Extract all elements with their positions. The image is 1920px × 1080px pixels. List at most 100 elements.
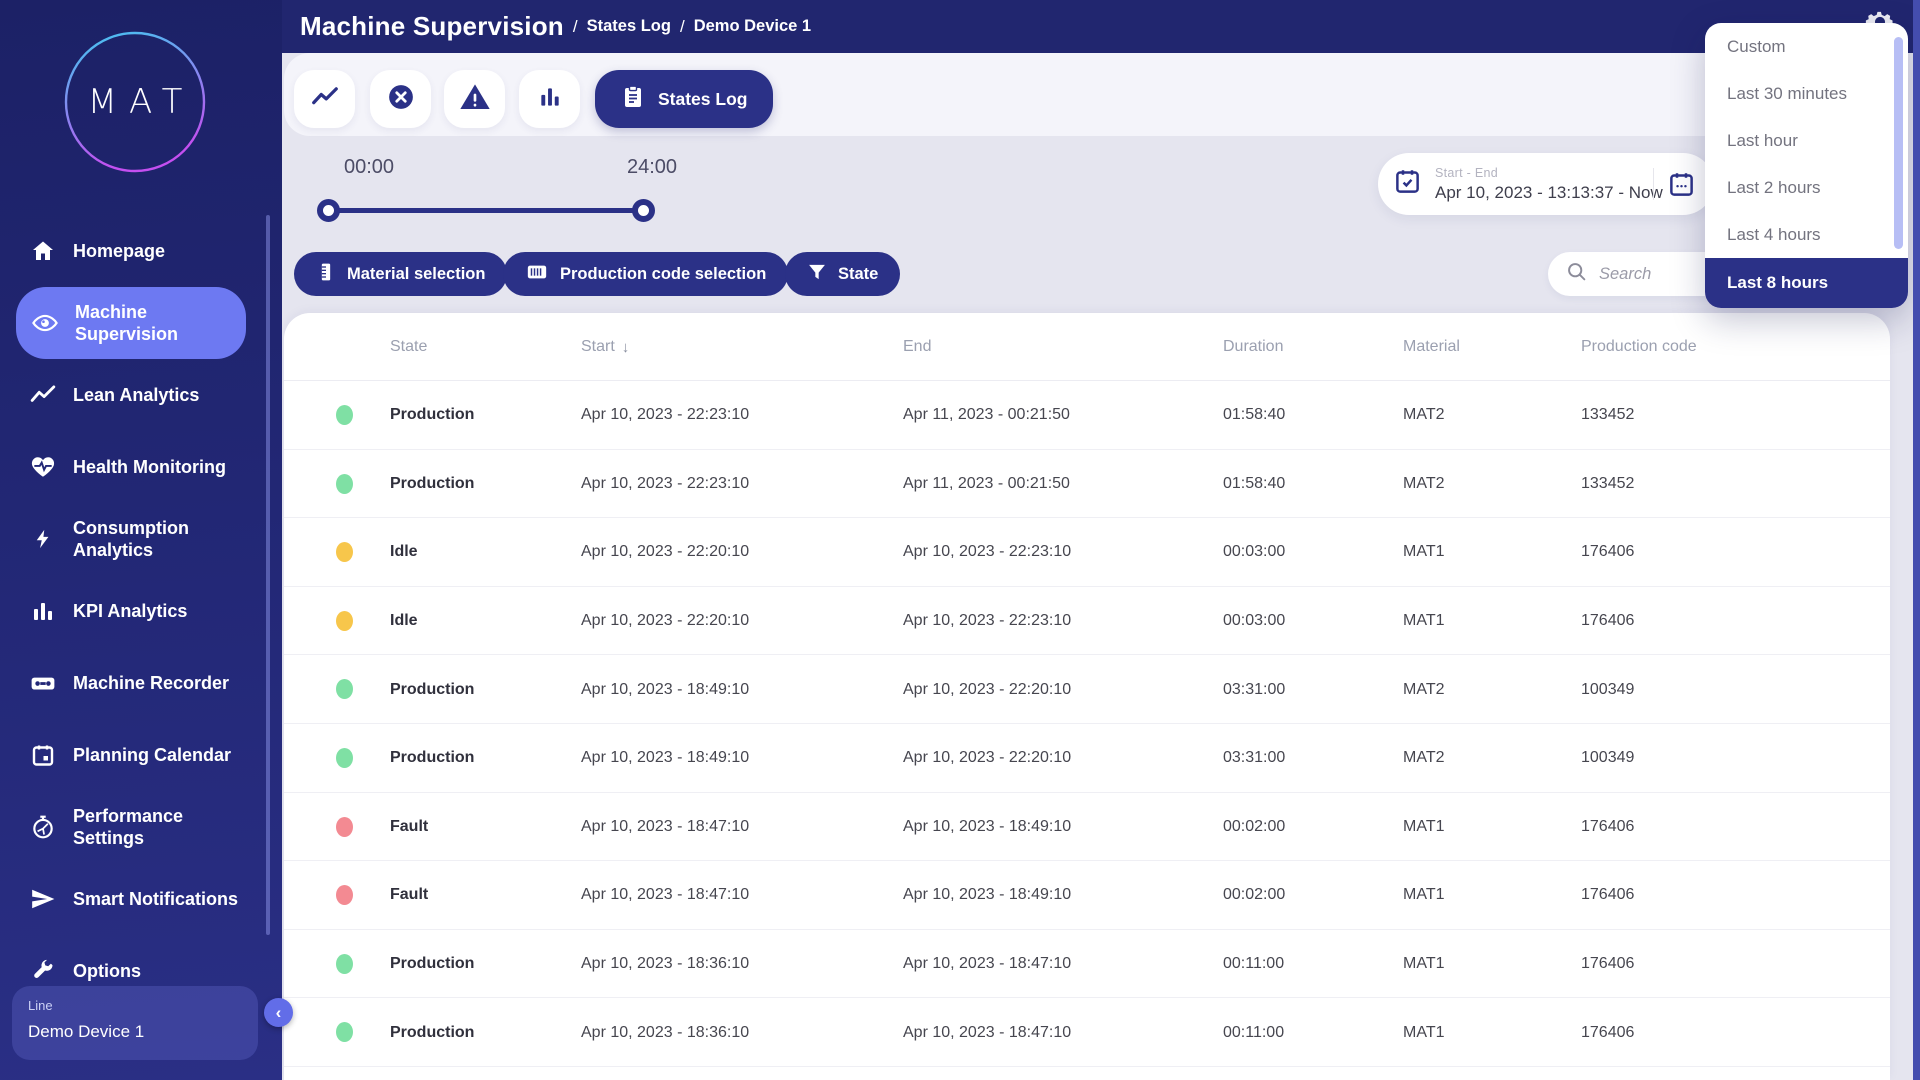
- table-row: FaultApr 10, 2023 - 18:47:10Apr 10, 2023…: [284, 793, 1890, 862]
- sidebar-collapse-button[interactable]: ‹: [264, 998, 293, 1027]
- state-dot: [336, 679, 353, 699]
- slider-track[interactable]: [328, 208, 644, 213]
- tab-states-log-label: States Log: [658, 89, 747, 110]
- sidebar-item-label: Health Monitoring: [73, 456, 243, 478]
- tab-trend[interactable]: [294, 70, 355, 128]
- col-header-end[interactable]: End: [903, 313, 931, 381]
- sidebar-item-planning-calendar[interactable]: Planning Calendar: [0, 719, 282, 791]
- cell-end: Apr 10, 2023 - 18:49:10: [903, 793, 1071, 862]
- cell-end: Apr 10, 2023 - 18:47:10: [903, 930, 1071, 999]
- col-header-state[interactable]: State: [390, 313, 427, 381]
- cell-duration: 00:03:00: [1223, 518, 1285, 587]
- sidebar-item-machine-recorder[interactable]: Machine Recorder: [0, 647, 282, 719]
- sidebar-item-health-monitoring[interactable]: Health Monitoring: [0, 431, 282, 503]
- col-header-material[interactable]: Material: [1403, 313, 1460, 381]
- sidebar-item-consumption-analytics[interactable]: Consumption Analytics: [0, 503, 282, 575]
- breadcrumb-separator: /: [573, 17, 578, 37]
- cell-state: Fault: [390, 793, 428, 862]
- production-code-selection-button[interactable]: Production code selection: [503, 252, 788, 296]
- production-code-selection-label: Production code selection: [560, 265, 766, 284]
- cell-state: Production: [390, 450, 474, 519]
- sidebar-item-smart-notifications[interactable]: Smart Notifications: [0, 863, 282, 935]
- sidebar-item-label: Homepage: [73, 240, 243, 262]
- sidebar-scrollbar[interactable]: [266, 215, 270, 935]
- dropdown-item-last-hour[interactable]: Last hour: [1705, 117, 1908, 164]
- cell-start: Apr 10, 2023 - 22:23:10: [581, 450, 749, 519]
- breadcrumb: Machine Supervision / States Log / Demo …: [300, 0, 811, 53]
- sidebar-item-homepage[interactable]: Homepage: [0, 215, 282, 287]
- cell-duration: 00:11:00: [1223, 998, 1284, 1067]
- state-dot: [336, 748, 353, 768]
- cell-production-code: 176406: [1581, 793, 1634, 862]
- table-row: ProductionApr 10, 2023 - 18:36:10Apr 10,…: [284, 930, 1890, 999]
- table-row: FaultApr 10, 2023 - 18:47:10Apr 10, 2023…: [284, 861, 1890, 930]
- tab-warnings[interactable]: [444, 70, 505, 128]
- cell-end: Apr 10, 2023 - 22:23:10: [903, 587, 1071, 656]
- dropdown-item-last-30-minutes[interactable]: Last 30 minutes: [1705, 70, 1908, 117]
- tab-strip: States Log: [284, 53, 1890, 136]
- send-icon: [30, 886, 56, 912]
- slider-handle-start[interactable]: [317, 199, 340, 222]
- date-range-picker[interactable]: Start - End Apr 10, 2023 - 13:13:37 - No…: [1378, 153, 1714, 215]
- slider-end-label: 24:00: [627, 156, 677, 179]
- date-divider: [1653, 168, 1654, 200]
- cell-end: Apr 10, 2023 - 22:20:10: [903, 655, 1071, 724]
- breadcrumb-states-log[interactable]: States Log: [587, 17, 671, 36]
- cell-duration: 00:11:00: [1223, 930, 1284, 999]
- page-scrollbar[interactable]: [1913, 0, 1920, 1080]
- cell-start: Apr 10, 2023 - 22:23:10: [581, 381, 749, 450]
- cell-end: Apr 11, 2023 - 00:21:50: [903, 450, 1070, 519]
- cell-material: MAT1: [1403, 861, 1444, 930]
- cell-end: Apr 10, 2023 - 18:47:10: [903, 998, 1071, 1067]
- heart-pulse-icon: [30, 454, 56, 480]
- cell-duration: 03:31:00: [1223, 655, 1285, 724]
- cell-state: Production: [390, 655, 474, 724]
- state-dot: [336, 885, 353, 905]
- cell-material: MAT1: [1403, 998, 1444, 1067]
- cell-state: Production: [390, 381, 474, 450]
- breadcrumb-device[interactable]: Demo Device 1: [694, 17, 811, 36]
- table-row: IdleApr 10, 2023 - 22:20:10Apr 10, 2023 …: [284, 518, 1890, 587]
- col-header-duration[interactable]: Duration: [1223, 313, 1283, 381]
- dropdown-item-last-2-hours[interactable]: Last 2 hours: [1705, 164, 1908, 211]
- device-name: Demo Device 1: [28, 1022, 242, 1042]
- material-selection-button[interactable]: Material selection: [294, 252, 507, 296]
- tab-states-log[interactable]: States Log: [595, 70, 773, 128]
- sidebar-item-label: Lean Analytics: [73, 384, 243, 406]
- cell-duration: 00:03:00: [1223, 587, 1285, 656]
- col-header-start[interactable]: Start ↓: [581, 313, 629, 381]
- sidebar-item-lean-analytics[interactable]: Lean Analytics: [0, 359, 282, 431]
- sidebar-item-kpi-analytics[interactable]: KPI Analytics: [0, 575, 282, 647]
- cell-material: MAT2: [1403, 724, 1444, 793]
- tab-errors[interactable]: [370, 70, 431, 128]
- dropdown-scrollbar[interactable]: [1894, 37, 1903, 249]
- time-range-dropdown: CustomLast 30 minutesLast hourLast 2 hou…: [1705, 23, 1908, 308]
- calendar-end-icon[interactable]: [1668, 171, 1695, 203]
- cell-material: MAT1: [1403, 518, 1444, 587]
- dropdown-item-last-4-hours[interactable]: Last 4 hours: [1705, 211, 1908, 258]
- table-row: ProductionApr 10, 2023 - 22:23:10Apr 11,…: [284, 381, 1890, 450]
- trend-tab-icon: [310, 82, 340, 117]
- tab-chart[interactable]: [519, 70, 580, 128]
- cell-production-code: 176406: [1581, 518, 1634, 587]
- sidebar-item-label: Machine Supervision: [75, 301, 245, 345]
- dropdown-item-custom[interactable]: Custom: [1705, 23, 1908, 70]
- device-selector[interactable]: Line Demo Device 1: [12, 986, 258, 1060]
- cell-material: MAT2: [1403, 450, 1444, 519]
- cell-material: MAT2: [1403, 655, 1444, 724]
- sidebar-item-performance-settings[interactable]: Performance Settings: [0, 791, 282, 863]
- cell-start: Apr 10, 2023 - 22:20:10: [581, 587, 749, 656]
- cell-state: Idle: [390, 587, 418, 656]
- cell-duration: 01:58:40: [1223, 450, 1285, 519]
- state-dot: [336, 817, 353, 837]
- state-dot: [336, 542, 353, 562]
- gauge-icon: [30, 814, 56, 840]
- sort-desc-icon: ↓: [622, 339, 630, 356]
- calendar-icon: [30, 742, 56, 768]
- col-header-production-code[interactable]: Production code: [1581, 313, 1697, 381]
- dropdown-item-last-8-hours[interactable]: Last 8 hours: [1705, 258, 1908, 308]
- state-filter-button[interactable]: State: [785, 252, 900, 296]
- slider-handle-end[interactable]: [632, 199, 655, 222]
- page-title: Machine Supervision: [300, 11, 564, 42]
- sidebar-item-machine-supervision[interactable]: Machine Supervision: [16, 287, 246, 359]
